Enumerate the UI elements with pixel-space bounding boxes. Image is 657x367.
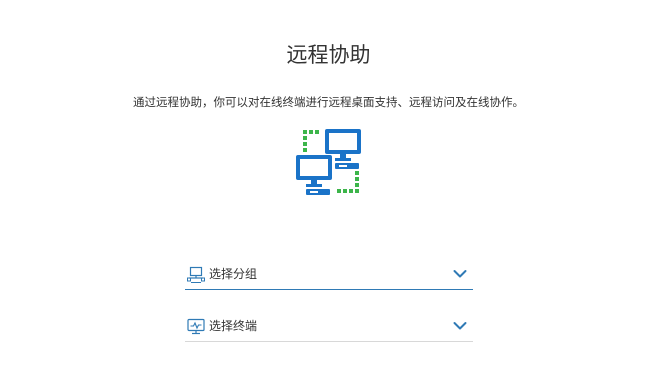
chevron-down-icon[interactable] <box>453 321 467 331</box>
remote-assistance-page: 远程协助 通过远程协助，你可以对在线终端进行远程桌面支持、远程访问及在线协作。 <box>0 0 657 367</box>
page-title: 远程协助 <box>286 43 371 67</box>
terminal-monitor-icon <box>187 318 205 335</box>
group-select-label: 选择分组 <box>209 267 258 281</box>
remote-computers-icon <box>296 129 361 195</box>
group-select[interactable]: 选择分组 <box>185 261 473 290</box>
page-description: 通过远程协助，你可以对在线终端进行远程桌面支持、远程访问及在线协作。 <box>133 95 524 109</box>
chevron-down-icon[interactable] <box>453 269 467 279</box>
group-network-icon <box>187 266 205 283</box>
terminal-select-label: 选择终端 <box>209 319 258 333</box>
terminal-select[interactable]: 选择终端 <box>185 313 473 342</box>
